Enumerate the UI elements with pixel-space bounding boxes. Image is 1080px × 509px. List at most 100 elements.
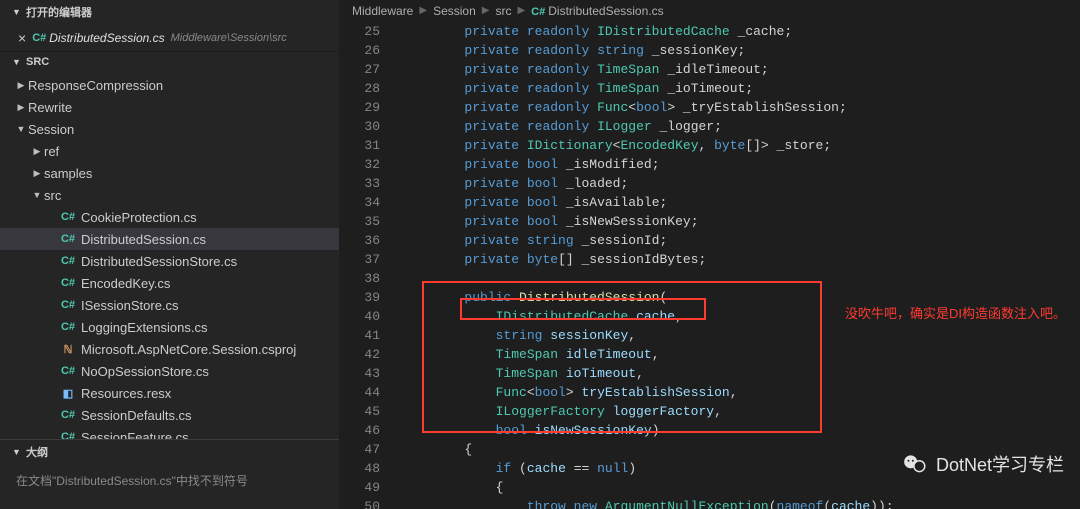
close-icon[interactable]: × bbox=[18, 30, 26, 46]
code-area[interactable]: 2526272829303132333435363738394041424344… bbox=[340, 22, 1080, 509]
breadcrumb-segment[interactable]: Middleware bbox=[352, 4, 413, 18]
explorer-header[interactable]: ▼ SRC bbox=[0, 52, 339, 72]
code-line[interactable]: private string _sessionId; bbox=[402, 231, 894, 250]
outline-header[interactable]: ▼ 大纲 bbox=[0, 440, 339, 464]
open-tab-path: Middleware\Session\src bbox=[171, 32, 287, 44]
tree-item[interactable]: C#NoOpSessionStore.cs bbox=[0, 360, 339, 382]
open-editors-title: 打开的编辑器 bbox=[26, 4, 92, 20]
tree-item[interactable]: ▶ResponseCompression bbox=[0, 74, 339, 96]
line-number: 43 bbox=[340, 364, 380, 383]
file-tree[interactable]: ▶ResponseCompression▶Rewrite▼Session▶ref… bbox=[0, 72, 339, 439]
code-line[interactable]: throw new ArgumentNullException(nameof(c… bbox=[402, 497, 894, 509]
tree-item[interactable]: C#DistributedSession.cs bbox=[0, 228, 339, 250]
code-line[interactable]: private readonly ILogger _logger; bbox=[402, 117, 894, 136]
cs-file-icon: C# bbox=[60, 319, 76, 335]
tree-item-label: Microsoft.AspNetCore.Session.csproj bbox=[81, 342, 296, 357]
chevron-right-icon: ▶ bbox=[517, 5, 525, 16]
code-line[interactable]: private readonly TimeSpan _ioTimeout; bbox=[402, 79, 894, 98]
tree-item[interactable]: ▼src bbox=[0, 184, 339, 206]
tree-arrow-icon: ▼ bbox=[30, 190, 44, 200]
tree-item-label: ref bbox=[44, 144, 59, 159]
outline-message: 在文档"DistributedSession.cs"中找不到符号 bbox=[0, 464, 339, 509]
line-number: 50 bbox=[340, 497, 380, 509]
code-line[interactable]: TimeSpan idleTimeout, bbox=[402, 345, 894, 364]
open-editors-header[interactable]: ▼ 打开的编辑器 bbox=[0, 0, 339, 24]
tree-item-label: NoOpSessionStore.cs bbox=[81, 364, 209, 379]
code-line[interactable]: string sessionKey, bbox=[402, 326, 894, 345]
line-number: 40 bbox=[340, 307, 380, 326]
code-line[interactable]: { bbox=[402, 478, 894, 497]
breadcrumb-segment[interactable]: C#DistributedSession.cs bbox=[531, 4, 663, 18]
tree-item-label: Session bbox=[28, 122, 74, 137]
cs-file-icon: C# bbox=[60, 275, 76, 291]
tree-item[interactable]: ◧ Resources.resx bbox=[0, 382, 339, 404]
line-number: 42 bbox=[340, 345, 380, 364]
tree-arrow-icon: ▼ bbox=[14, 124, 28, 134]
open-tab-filename: DistributedSession.cs bbox=[49, 31, 164, 45]
code-line[interactable]: private bool _isModified; bbox=[402, 155, 894, 174]
tree-item[interactable]: C#ISessionStore.cs bbox=[0, 294, 339, 316]
tree-item[interactable]: ℕMicrosoft.AspNetCore.Session.csproj bbox=[0, 338, 339, 360]
csharp-icon: C# bbox=[32, 32, 46, 44]
code-line[interactable]: ILoggerFactory loggerFactory, bbox=[402, 402, 894, 421]
tree-item[interactable]: ▶samples bbox=[0, 162, 339, 184]
line-number: 45 bbox=[340, 402, 380, 421]
breadcrumb-segment[interactable]: Session bbox=[433, 4, 476, 18]
line-number: 25 bbox=[340, 22, 380, 41]
breadcrumb-segment[interactable]: src bbox=[495, 4, 511, 18]
line-number: 26 bbox=[340, 41, 380, 60]
watermark: DotNet学习专栏 bbox=[902, 451, 1064, 477]
code-line[interactable]: private readonly IDistributedCache _cach… bbox=[402, 22, 894, 41]
code-line[interactable]: TimeSpan ioTimeout, bbox=[402, 364, 894, 383]
tree-item-label: Resources.resx bbox=[81, 386, 171, 401]
tree-item[interactable]: C# SessionDefaults.cs bbox=[0, 404, 339, 426]
code-line[interactable]: private readonly TimeSpan _idleTimeout; bbox=[402, 60, 894, 79]
tree-item[interactable]: C#SessionFeature.cs bbox=[0, 426, 339, 439]
code-line[interactable]: private bool _loaded; bbox=[402, 174, 894, 193]
code-line[interactable]: { bbox=[402, 440, 894, 459]
chevron-down-icon: ▼ bbox=[12, 447, 22, 457]
code-lines[interactable]: private readonly IDistributedCache _cach… bbox=[396, 22, 894, 509]
cs-file-icon: C# bbox=[60, 231, 76, 247]
code-line[interactable] bbox=[402, 269, 894, 288]
code-line[interactable]: private byte[] _sessionIdBytes; bbox=[402, 250, 894, 269]
code-line[interactable]: public DistributedSession( bbox=[402, 288, 894, 307]
code-line[interactable]: private bool _isNewSessionKey; bbox=[402, 212, 894, 231]
breadcrumb[interactable]: Middleware▶Session▶src▶C#DistributedSess… bbox=[340, 0, 1080, 22]
editor: Middleware▶Session▶src▶C#DistributedSess… bbox=[340, 0, 1080, 509]
tree-item[interactable]: C# DistributedSessionStore.cs bbox=[0, 250, 339, 272]
line-number: 32 bbox=[340, 155, 380, 174]
tree-item[interactable]: C#CookieProtection.cs bbox=[0, 206, 339, 228]
chevron-down-icon: ▼ bbox=[12, 7, 22, 17]
tree-item[interactable]: C#LoggingExtensions.cs bbox=[0, 316, 339, 338]
line-number: 35 bbox=[340, 212, 380, 231]
code-line[interactable]: private bool _isAvailable; bbox=[402, 193, 894, 212]
code-line[interactable]: IDistributedCache cache, bbox=[402, 307, 894, 326]
tree-arrow-icon: ▶ bbox=[30, 168, 44, 179]
tree-item[interactable]: ▼Session bbox=[0, 118, 339, 140]
code-line[interactable]: Func<bool> tryEstablishSession, bbox=[402, 383, 894, 402]
line-number: 29 bbox=[340, 98, 380, 117]
line-number: 38 bbox=[340, 269, 380, 288]
line-number: 33 bbox=[340, 174, 380, 193]
resx-file-icon: ◧ bbox=[60, 385, 76, 401]
line-number: 28 bbox=[340, 79, 380, 98]
tree-arrow-icon: ▶ bbox=[14, 102, 28, 113]
open-editor-tab[interactable]: × C# DistributedSession.cs Middleware\Se… bbox=[0, 24, 339, 52]
csharp-icon: C# bbox=[531, 6, 545, 18]
tree-item[interactable]: ▶ref bbox=[0, 140, 339, 162]
tree-item-label: DistributedSessionStore.cs bbox=[81, 254, 237, 269]
chevron-right-icon: ▶ bbox=[419, 5, 427, 16]
code-line[interactable]: private readonly string _sessionKey; bbox=[402, 41, 894, 60]
cs-file-icon: C# bbox=[60, 253, 76, 269]
code-line[interactable]: private IDictionary<EncodedKey, byte[]> … bbox=[402, 136, 894, 155]
tree-item[interactable]: C#EncodedKey.cs bbox=[0, 272, 339, 294]
code-line[interactable]: private readonly Func<bool> _tryEstablis… bbox=[402, 98, 894, 117]
tree-item-label: SessionDefaults.cs bbox=[81, 408, 192, 423]
code-line[interactable]: bool isNewSessionKey) bbox=[402, 421, 894, 440]
line-gutter: 2526272829303132333435363738394041424344… bbox=[340, 22, 396, 509]
cs-file-icon: C# bbox=[60, 209, 76, 225]
cs-file-icon: C# bbox=[60, 407, 76, 423]
code-line[interactable]: if (cache == null) bbox=[402, 459, 894, 478]
tree-item[interactable]: ▶Rewrite bbox=[0, 96, 339, 118]
